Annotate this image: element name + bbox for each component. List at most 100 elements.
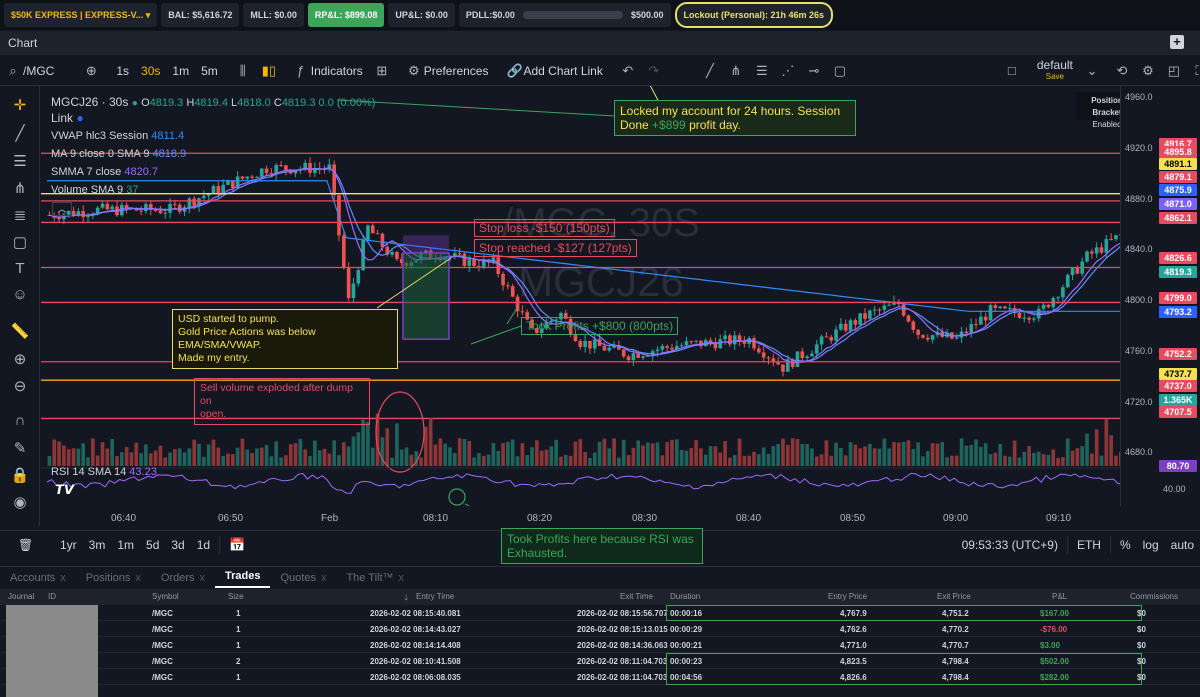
close-icon[interactable]: x <box>200 572 206 584</box>
candle-style-button[interactable]: ▮▯ <box>256 63 282 79</box>
range-1yr[interactable]: 1yr <box>54 538 83 552</box>
goto-date-button[interactable]: 📅 <box>223 537 249 553</box>
close-icon[interactable]: x <box>399 572 405 584</box>
price-level-tag: 4871.0 <box>1159 198 1197 210</box>
interval-1s[interactable]: 1s <box>110 64 135 78</box>
indicators-button[interactable]: ƒ Indicators <box>288 63 369 78</box>
trade-row[interactable]: /MGC 1 2026-02-02 08:06:08.035 2026-02-02 0… <box>0 669 1200 685</box>
legend-volume[interactable]: Volume SMA 9 37 <box>51 184 138 196</box>
templates-button[interactable]: ⊞ <box>369 63 395 79</box>
eye-icon[interactable]: ◉ <box>0 493 40 511</box>
auto-toggle[interactable]: auto <box>1165 538 1200 552</box>
fullscreen-button[interactable]: ⛶ <box>1187 63 1200 79</box>
text-icon[interactable]: T <box>0 260 40 277</box>
layout-checkbox[interactable]: □ <box>999 63 1025 78</box>
volume-bar <box>1012 440 1017 466</box>
add-chart-link-button[interactable]: 🔗 Add Chart Link <box>500 63 608 79</box>
trendline-icon[interactable]: ╱ <box>0 124 40 142</box>
symbol-search[interactable]: ⌕/MGC <box>0 63 60 79</box>
zoom-in-icon[interactable]: ⊕ <box>0 350 40 368</box>
cell-symbol: /MGC <box>152 625 173 634</box>
path-tool[interactable]: ⋰ <box>775 63 801 79</box>
tab-the-tilt[interactable]: The Tilt™ x <box>336 572 414 588</box>
draw-line-tool[interactable]: ╱ <box>697 63 723 79</box>
trade-row[interactable]: /MGC 2 2026-02-02 08:10:41.508 2026-02-02 0… <box>0 653 1200 669</box>
add-panel-icon[interactable]: + <box>1170 35 1184 49</box>
volume-bar <box>684 450 689 466</box>
tab-orders[interactable]: Orders x <box>151 572 215 588</box>
compare-symbol-button[interactable]: ⊕ <box>78 63 104 79</box>
interval-1m[interactable]: 1m <box>166 64 195 78</box>
range-5d[interactable]: 5d <box>140 538 165 552</box>
legend-vwap[interactable]: VWAP hlc3 Session 4811.4 <box>51 130 184 142</box>
collapse-legend-button[interactable]: ︿ <box>52 202 72 216</box>
trash-icon[interactable]: 🗑 <box>12 538 39 552</box>
crosshair-icon[interactable]: ✛ <box>0 96 40 114</box>
clock[interactable]: 09:53:33 (UTC+9) <box>956 538 1064 552</box>
range-1d[interactable]: 1d <box>191 538 216 552</box>
redo-button[interactable]: ↷ <box>641 63 667 79</box>
horizontal-lines-icon[interactable]: ☰ <box>0 152 40 170</box>
log-toggle[interactable]: log <box>1137 538 1165 552</box>
trade-row[interactable]: /MGC 1 2026-02-02 08:14:14.408 2026-02-02 0… <box>0 637 1200 653</box>
interval-5m[interactable]: 5m <box>195 64 224 78</box>
settings-button[interactable]: ⚙ <box>1135 63 1161 79</box>
close-icon[interactable]: x <box>321 572 327 584</box>
legend-smma[interactable]: SMMA 7 close 4820.7 <box>51 166 158 178</box>
candle-body <box>636 353 641 358</box>
legend-rsi[interactable]: RSI 14 SMA 14 43.23 <box>51 466 157 478</box>
legend-ma[interactable]: MA 9 close 0 SMA 9 4818.9 <box>51 148 186 160</box>
stay-drawing-icon[interactable]: ✎ <box>0 439 40 457</box>
price-level-tag: 4875.9 <box>1159 184 1197 196</box>
annotation-stop-loss: Stop loss -$150 (150pts) <box>474 219 615 237</box>
candle-body <box>395 252 399 259</box>
price-tick-label: 4840.0 <box>1125 244 1153 255</box>
hline-tool[interactable]: ⊸ <box>801 63 827 79</box>
candle-body <box>983 316 988 321</box>
sort-desc-icon[interactable]: 🡓 <box>404 592 408 606</box>
screenshot-button[interactable]: ◰ <box>1161 63 1187 79</box>
trade-row[interactable]: /MGC 1 2026-02-02 08:14:43.027 2026-02-02 0… <box>0 621 1200 637</box>
range-3m[interactable]: 3m <box>83 538 112 552</box>
bar-style-button[interactable]: ⫼ <box>230 63 256 79</box>
trade-row[interactable]: /MGC 1 2026-02-02 08:15:40.081 2026-02-02 0… <box>0 605 1200 621</box>
emoji-icon[interactable]: ☺ <box>0 286 40 303</box>
candle-body <box>332 164 336 196</box>
fib-tool[interactable]: ☰ <box>749 63 775 79</box>
fibonacci-icon[interactable]: ≣ <box>0 206 40 224</box>
ruler-icon[interactable]: 📏 <box>0 322 40 340</box>
pitchfork-icon[interactable]: ⋔ <box>0 179 40 197</box>
percent-toggle[interactable]: % <box>1114 538 1137 552</box>
time-axis[interactable]: 06:40 06:50 Feb 08:10 08:20 08:30 08:40 08:50 09… <box>41 507 1161 529</box>
candle-body <box>370 225 375 234</box>
tab-trades[interactable]: Trades <box>215 570 271 588</box>
pitchfork-tool[interactable]: ⋔ <box>723 63 749 79</box>
preferences-button[interactable]: ⚙ Preferences <box>401 63 495 79</box>
range-3d[interactable]: 3d <box>165 538 190 552</box>
price-chart[interactable]: /MGC, 30SMGCJ26 <box>41 86 1161 506</box>
range-1m[interactable]: 1m <box>111 538 140 552</box>
volume-bar <box>144 444 148 466</box>
zoom-out-icon[interactable]: ⊖ <box>0 377 40 395</box>
magnet-icon[interactable]: ∩ <box>0 412 40 429</box>
layout-selector[interactable]: default Save <box>1031 59 1079 82</box>
cell-exit-time: 2026-02-02 08:15:13.015 <box>577 625 668 634</box>
layout-dropdown[interactable]: ⌄ <box>1079 63 1105 79</box>
rectangle-tool[interactable]: ▢ <box>827 63 853 79</box>
volume-bar <box>925 450 930 466</box>
volume-bar <box>284 455 288 466</box>
undo-button[interactable]: ↶ <box>615 63 641 79</box>
lock-icon[interactable]: 🔒 <box>0 466 40 484</box>
replay-button[interactable]: ⟲ <box>1109 63 1135 79</box>
session-toggle[interactable]: ETH <box>1071 538 1107 552</box>
close-icon[interactable]: x <box>135 572 141 584</box>
tab-accounts[interactable]: Accounts x <box>0 572 76 588</box>
price-axis[interactable]: 4960.0 4920.0 4880.0 4840.0 4800.0 4760.0 4720… <box>1120 86 1200 506</box>
close-icon[interactable]: x <box>60 572 66 584</box>
account-selector[interactable]: $50K EXPRESS | EXPRESS-V... ▾ <box>4 3 158 27</box>
chart-link-indicator[interactable]: Link ● <box>51 111 84 125</box>
interval-30s[interactable]: 30s <box>135 64 166 78</box>
tab-quotes[interactable]: Quotes x <box>270 572 336 588</box>
shapes-icon[interactable]: ▢ <box>0 233 40 251</box>
tab-positions[interactable]: Positions x <box>76 572 151 588</box>
